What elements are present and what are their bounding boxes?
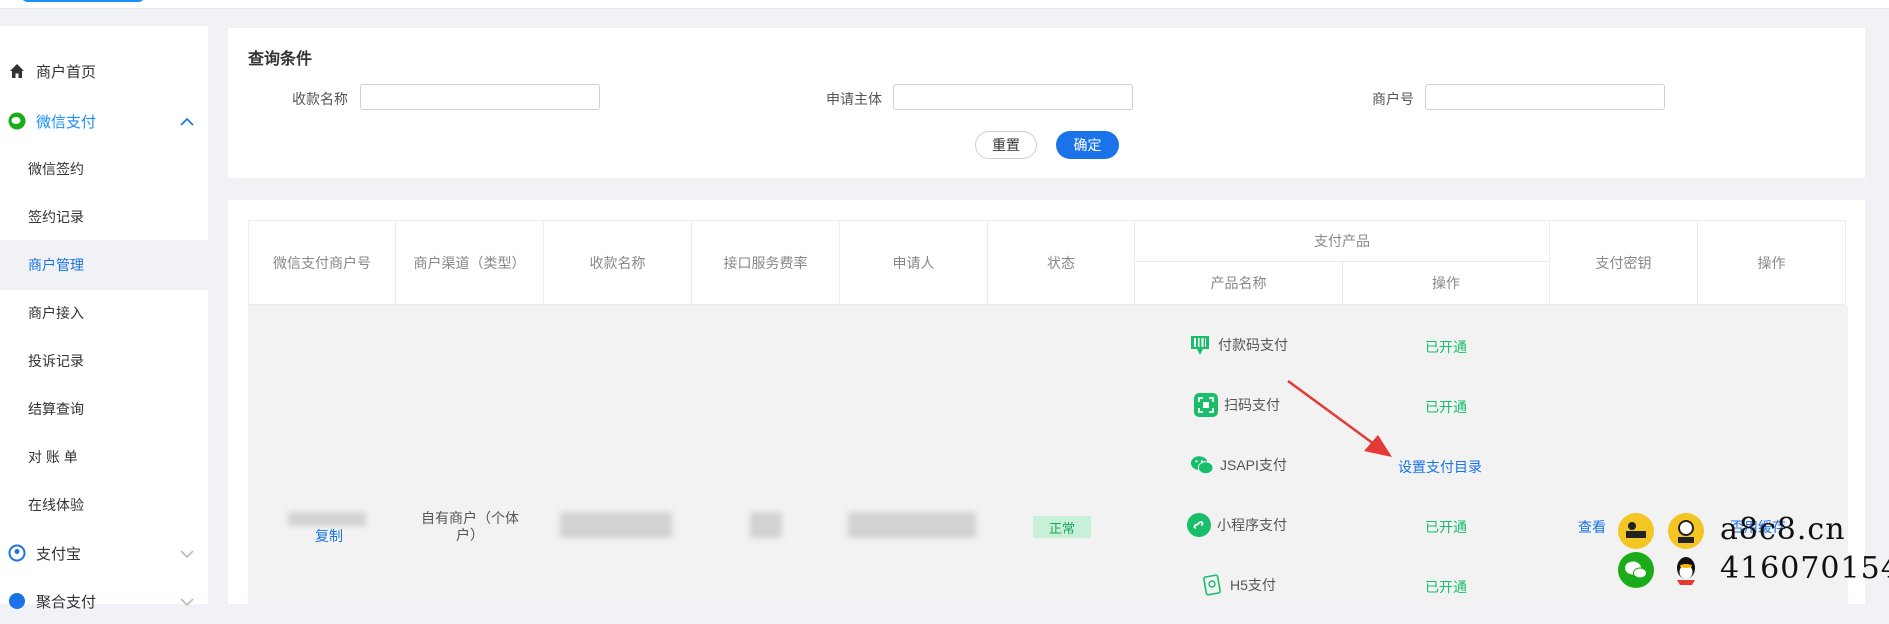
product-h5-pay: H5支付 [1200,573,1276,597]
redacted-mch-no [288,512,366,526]
redacted-applicant [848,512,976,538]
header-op: 操作 [1698,220,1846,305]
sidebar-item-label: 投诉记录 [28,353,84,369]
merchant-no-label: 商户号 [1372,91,1414,107]
header-product-op: 操作 [1343,262,1550,305]
top-tab-indicator [22,0,144,2]
header-fee: 接口服务费率 [692,220,840,305]
product-op-status: 已开通 [1425,339,1467,355]
sidebar-item-aggregate-pay[interactable]: 聚合支付 [0,578,208,624]
top-bar [0,0,1889,9]
home-icon [8,62,26,80]
watermark-logo-icon [1618,513,1654,549]
sidebar-item-label: 商户管理 [28,257,84,273]
merchant-no-input[interactable] [1425,84,1665,110]
copy-link[interactable]: 复制 [304,526,354,546]
header-mch-no: 微信支付商户号 [248,220,396,305]
sidebar-item-label: 对 账 单 [28,449,78,465]
product-op-status: 已开通 [1425,519,1467,535]
watermark-wechat-icon [1618,552,1654,588]
header-payee: 收款名称 [544,220,692,305]
sidebar-item-home[interactable]: 商户首页 [0,48,208,94]
sidebar-item-complaints[interactable]: 投诉记录 [0,338,236,384]
payee-name-input[interactable] [360,84,600,110]
sidebar-item-alipay[interactable]: 支付宝 [0,530,208,576]
product-scan-pay: 扫码支付 [1194,393,1280,417]
payee-name-label: 收款名称 [292,91,348,107]
sidebar-item-merchant-manage[interactable]: 商户管理 [0,240,236,290]
sidebar-item-label: 在线体验 [28,497,84,513]
sidebar: 商户首页 微信支付 微信签约 签约记录 商户管理 商户接入 投诉记录 结算查询 … [0,26,236,611]
sidebar-item-wechat-pay[interactable]: 微信支付 [0,98,208,144]
sidebar-item-wechat-sign[interactable]: 微信签约 [0,146,236,192]
watermark-avatar-icon [1668,513,1704,549]
sidebar-item-label: 微信支付 [36,113,97,131]
product-miniprogram-pay: 小程序支付 [1187,513,1287,537]
sidebar-item-label: 签约记录 [28,209,84,225]
header-channel: 商户渠道（类型） [396,220,544,305]
product-barcode-pay: 付款码支付 [1188,333,1288,357]
aggregate-icon [8,592,26,610]
query-title: 查询条件 [248,51,313,68]
sidebar-item-label: 微信签约 [28,161,84,177]
sidebar-item-label: 结算查询 [28,401,84,417]
product-op-status: 已开通 [1425,579,1467,595]
status-badge: 正常 [1033,516,1091,538]
applicant-subject-input[interactable] [893,84,1133,110]
watermark-qq: 416070154 [1720,551,1889,586]
watermark-site: a8c8.cn [1720,512,1846,547]
watermark-qq-icon [1668,552,1704,588]
table-row [248,305,1848,604]
sidebar-item-online-trial[interactable]: 在线体验 [0,482,236,528]
chevron-down-icon [180,546,194,563]
sidebar-item-label: 商户首页 [36,63,97,81]
alipay-icon [8,544,26,562]
chevron-up-icon [180,114,194,131]
header-secret: 支付密钥 [1550,220,1698,305]
redacted-fee [750,512,782,538]
header-products: 支付产品 [1135,220,1550,262]
sidebar-item-label: 商户接入 [28,305,84,321]
redacted-payee [560,512,672,538]
sidebar-item-sign-records[interactable]: 签约记录 [0,194,236,240]
sidebar-item-statement[interactable]: 对 账 单 [0,434,236,480]
sidebar-item-label: 支付宝 [36,545,82,563]
jsapi-wechat-icon [1190,453,1214,477]
view-secret-link[interactable]: 查看 [1578,517,1606,537]
h5-pay-icon [1200,573,1224,597]
scan-pay-icon [1194,393,1218,417]
channel-type: 自有商户（个体户） [421,510,519,543]
barcode-pay-icon [1188,333,1212,357]
product-jsapi-pay: JSAPI支付 [1190,453,1287,477]
sidebar-item-merchant-access[interactable]: 商户接入 [0,290,236,336]
sidebar-item-settlement[interactable]: 结算查询 [0,386,236,432]
miniprogram-icon [1187,513,1211,537]
confirm-button[interactable]: 确定 [1056,131,1119,159]
sidebar-item-label: 聚合支付 [36,593,97,611]
reset-button[interactable]: 重置 [975,131,1037,159]
product-op-status: 已开通 [1425,399,1467,415]
wechat-icon [8,112,26,130]
header-status: 状态 [988,220,1135,305]
applicant-subject-label: 申请主体 [826,91,882,107]
header-product-name: 产品名称 [1135,262,1343,305]
chevron-down-icon [180,594,194,611]
annotation-arrow [1287,379,1392,457]
header-applicant: 申请人 [840,220,988,305]
